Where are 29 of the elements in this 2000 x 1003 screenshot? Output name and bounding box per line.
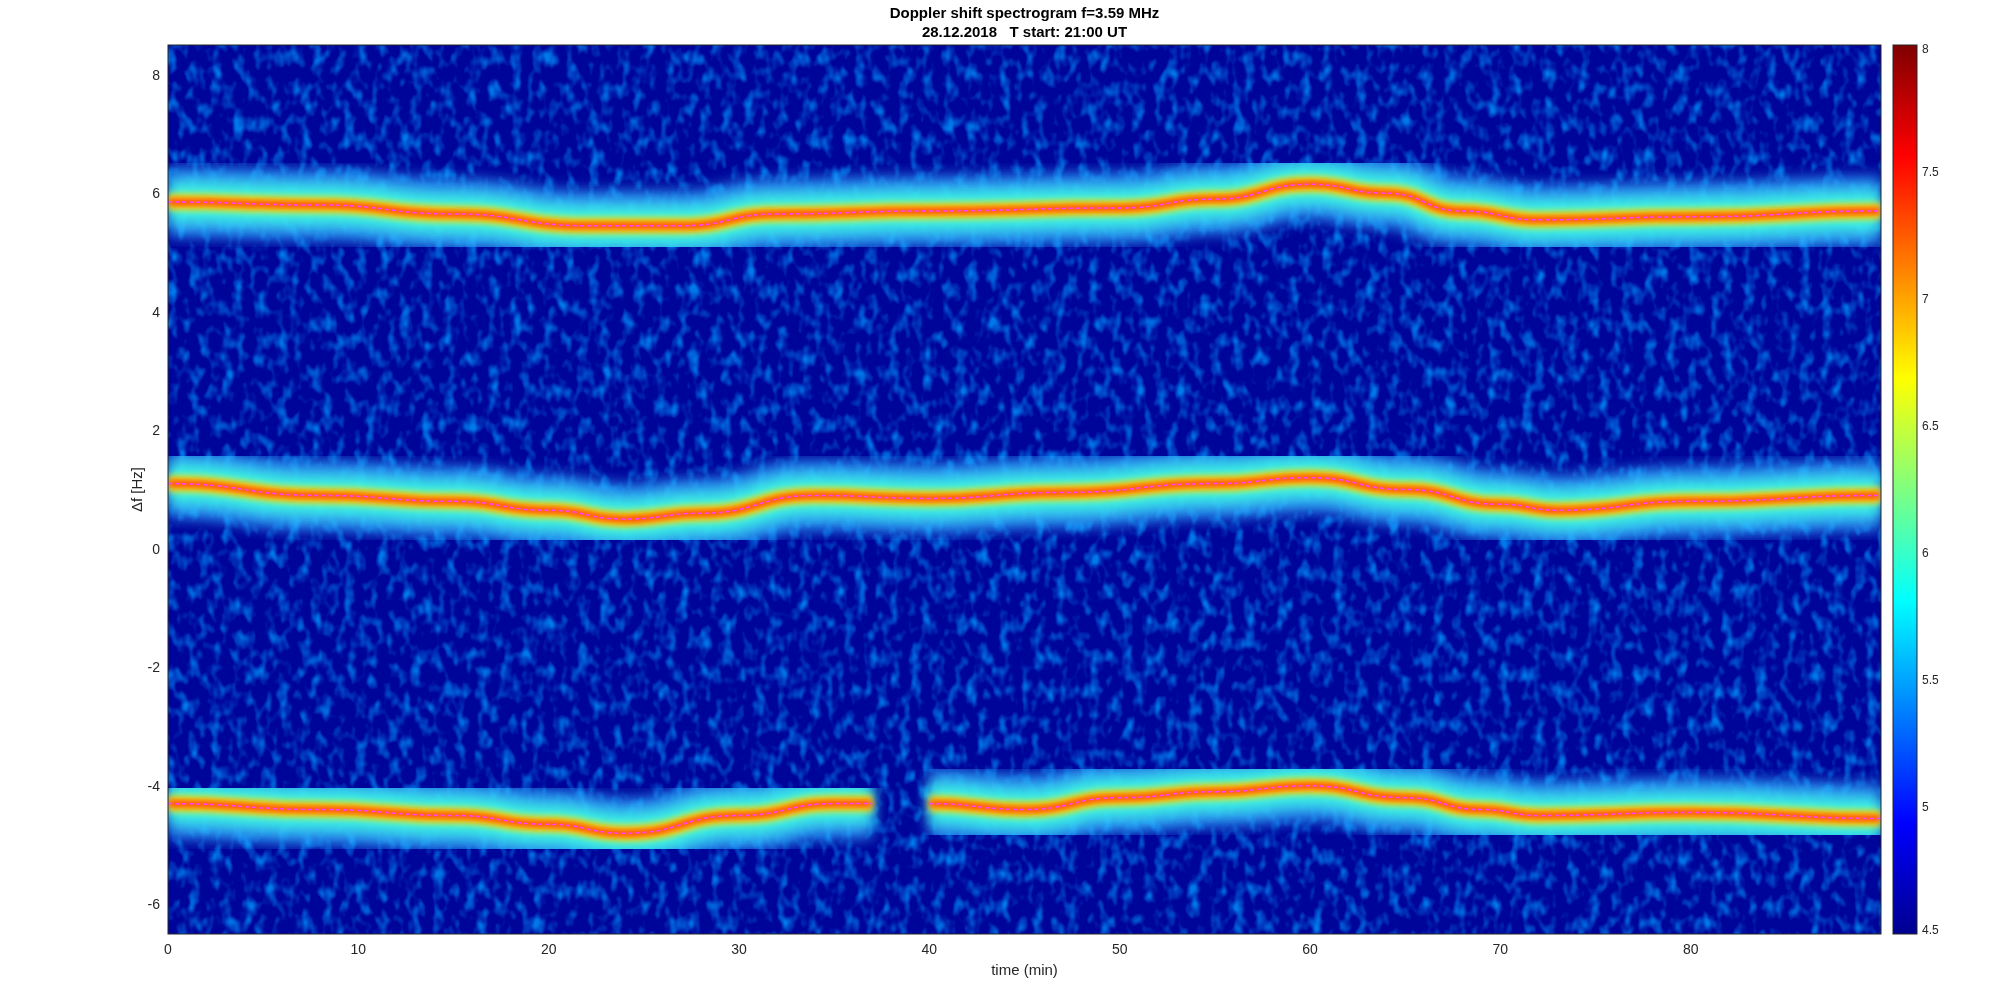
x-tick-label: 50: [1111, 941, 1128, 957]
colorbar-tick-label: 5: [1922, 800, 1929, 814]
y-tick-label: 2: [152, 422, 160, 439]
y-tick-label: 6: [152, 185, 160, 202]
x-tick-label: 30: [731, 941, 747, 957]
x-tick-label: 70: [1492, 941, 1509, 957]
x-tick-label: 80: [1682, 941, 1699, 957]
colorbar-tick-label: 6: [1922, 546, 1929, 560]
x-axis-label: time (min): [991, 961, 1058, 978]
chart-title: Doppler shift spectrogram f=3.59 MHz: [889, 4, 1160, 21]
colorbar-tick-label: 6.5: [1922, 419, 1939, 433]
colorbar-tick-label: 7.5: [1922, 165, 1939, 179]
y-tick-label: -4: [147, 777, 160, 794]
y-tick-label: 8: [152, 66, 160, 83]
x-tick-label: 60: [1302, 941, 1318, 957]
x-tick-label: 40: [921, 941, 938, 957]
y-axis-label: Δf [Hz]: [128, 467, 145, 512]
colorbar-tick-label: 7: [1922, 292, 1929, 306]
colorbar-tick-label: 5.5: [1922, 673, 1939, 687]
x-tick-label: 20: [540, 941, 557, 957]
y-tick-label: -6: [147, 896, 160, 913]
y-tick-label: 4: [152, 303, 160, 320]
x-tick-label: 10: [350, 941, 367, 957]
y-tick-label: -2: [147, 659, 160, 676]
colorbar-tick-label: 8: [1922, 42, 1929, 56]
x-tick-label: 0: [164, 941, 172, 957]
colorbar-tick-label: 4.5: [1922, 923, 1939, 937]
chart-subtitle: 28.12.2018 T start: 21:00 UT: [921, 23, 1128, 40]
y-tick-label: 0: [152, 540, 160, 557]
